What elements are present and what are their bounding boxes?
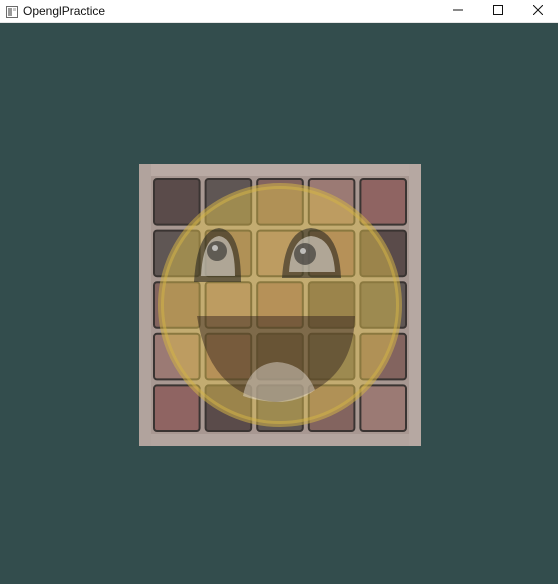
maximize-button[interactable]: [478, 0, 518, 22]
title-bar[interactable]: OpenglPractice: [0, 0, 558, 23]
paving-tile: [359, 384, 407, 432]
close-icon: [532, 2, 544, 20]
paving-tile: [153, 384, 201, 432]
app-window: OpenglPractice: [0, 0, 558, 584]
awesome-face-texture: [158, 183, 402, 427]
window-title: OpenglPractice: [23, 4, 106, 18]
minimize-icon: [453, 2, 463, 20]
app-window-icon: [6, 5, 18, 18]
opengl-viewport[interactable]: [0, 23, 558, 584]
paving-tile: [359, 178, 407, 226]
close-button[interactable]: [518, 0, 558, 22]
minimize-button[interactable]: [438, 0, 478, 22]
maximize-icon: [493, 2, 503, 20]
textured-quad: [139, 164, 421, 446]
paving-tile: [153, 178, 201, 226]
